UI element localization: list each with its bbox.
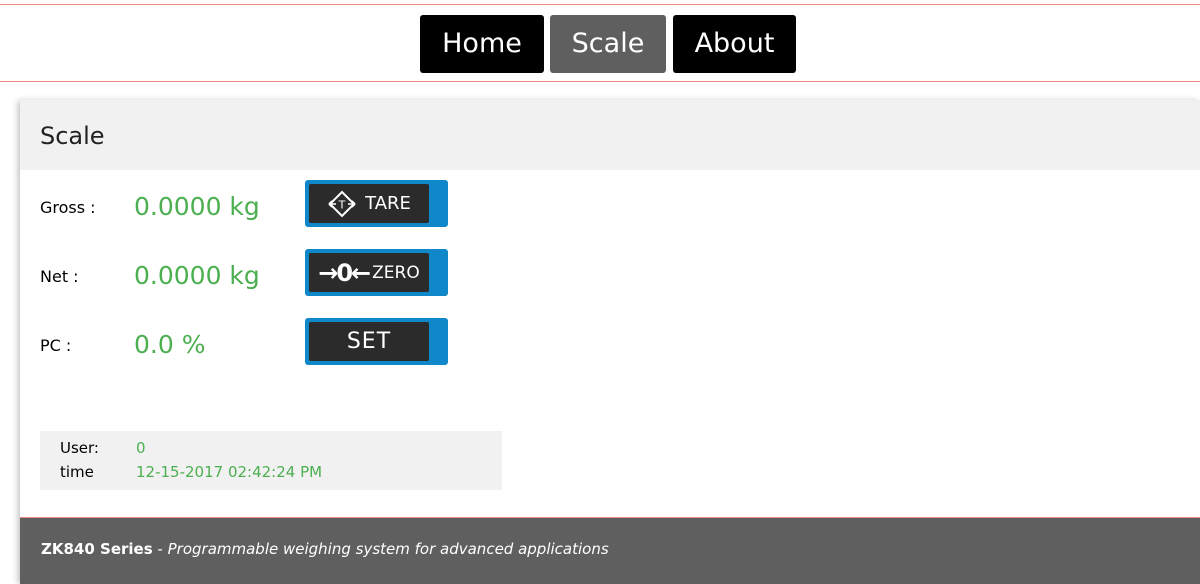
card-title: Scale: [40, 122, 105, 150]
tare-button-label: TARE: [365, 193, 411, 214]
net-label: Net :: [40, 267, 79, 286]
footer: ZK840 Series - Programmable weighing sys…: [20, 517, 1200, 584]
zero-icon: →0←: [318, 258, 371, 287]
session-info-box: User: 0 time 12-15-2017 02:42:24 PM: [40, 431, 502, 490]
tare-button[interactable]: T TARE: [305, 180, 448, 227]
zero-button-face: →0← ZERO: [309, 253, 429, 292]
svg-text:T: T: [338, 198, 346, 211]
time-value: 12-15-2017 02:42:24 PM: [136, 463, 323, 481]
nav-home-button[interactable]: Home: [420, 15, 544, 73]
footer-description: Programmable weighing system for advance…: [167, 540, 609, 558]
footer-brand: ZK840 Series: [41, 540, 153, 558]
set-button-label: SET: [346, 329, 392, 354]
nav-about-button[interactable]: About: [673, 15, 796, 73]
set-button-face: SET: [309, 322, 429, 361]
footer-separator: -: [152, 540, 168, 558]
net-value: 0.0000 kg: [134, 261, 260, 290]
zero-button-label: ZERO: [372, 262, 420, 283]
footer-text: ZK840 Series - Programmable weighing sys…: [41, 540, 609, 558]
gross-label: Gross :: [40, 198, 96, 217]
nav-scale-button[interactable]: Scale: [550, 15, 666, 73]
tare-icon: T: [328, 190, 356, 217]
card-header: Scale: [20, 100, 1200, 170]
nav-divider: [0, 81, 1200, 82]
user-label: User:: [60, 439, 99, 457]
pc-value: 0.0 %: [134, 330, 206, 359]
pc-label: PC :: [40, 336, 72, 355]
gross-value: 0.0000 kg: [134, 192, 260, 221]
set-button[interactable]: SET: [305, 318, 448, 365]
zero-button[interactable]: →0← ZERO: [305, 249, 448, 296]
top-navigation: Home Scale About: [0, 0, 1200, 82]
tare-button-face: T TARE: [309, 184, 429, 223]
time-label: time: [60, 463, 94, 481]
user-value: 0: [136, 439, 146, 457]
scale-card: Scale Gross : 0.0000 kg T TARE Net : 0.0…: [20, 100, 1200, 584]
